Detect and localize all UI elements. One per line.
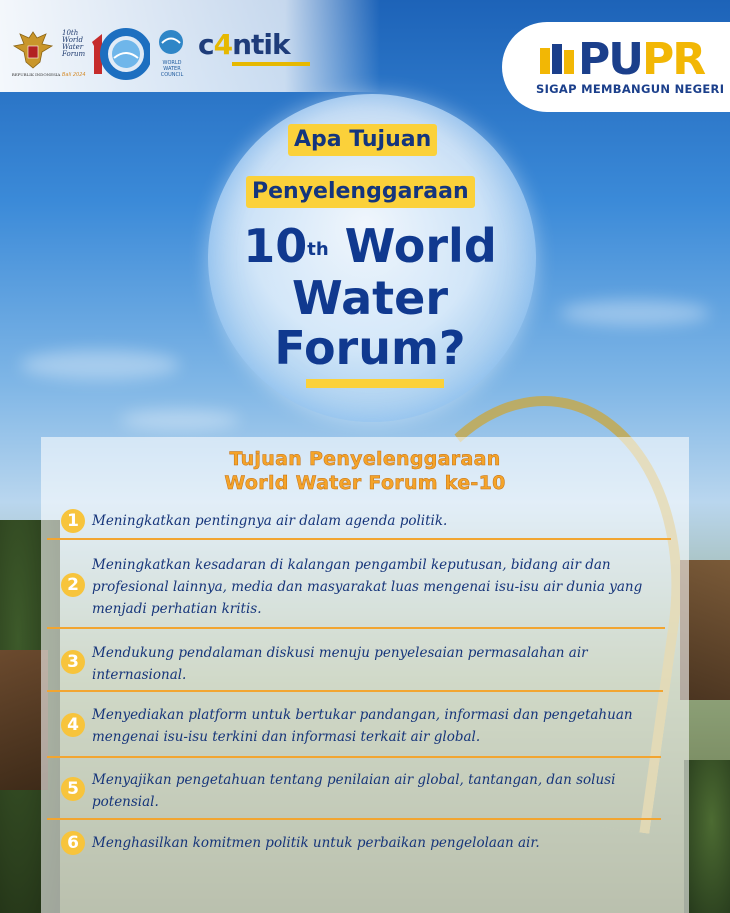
- hero-big-line2: Water: [291, 271, 448, 325]
- pupr-tagline: SIGAP MEMBANGUN NEGERI: [536, 82, 725, 96]
- cantik-underline: [232, 62, 310, 66]
- world-water-council-icon: [159, 30, 183, 54]
- item-number-badge: 2: [61, 573, 85, 597]
- item-number-badge: 5: [61, 777, 85, 801]
- panel-title-line2: World Water Forum ke-10: [224, 472, 506, 495]
- garuda-caption: REPUBLIK INDONESIA: [11, 72, 61, 77]
- pupr-wordmark: PUPR: [578, 34, 706, 85]
- hero-line2: Penyelenggaraan: [246, 176, 475, 208]
- 10th-wwf-logo-icon: [92, 28, 150, 80]
- cantik-suffix: ntik: [232, 28, 291, 61]
- cloud: [560, 300, 710, 326]
- pupr-emblem-icon: [540, 44, 574, 74]
- item-text: Menghasilkan komitmen politik untuk perb…: [92, 835, 540, 851]
- hero-word-world: World: [344, 219, 497, 273]
- hero-big-line3: Forum?: [274, 321, 466, 375]
- hero-underline: [306, 379, 444, 388]
- item-number-badge: 6: [61, 831, 85, 855]
- item-text: Meningkatkan pentingnya air dalam agenda…: [92, 513, 448, 529]
- hero-big-line1: 10th World: [220, 220, 520, 272]
- objectives-panel: Tujuan Penyelenggaraan World Water Forum…: [41, 437, 689, 913]
- item-text: Meningkatkan kesadaran di kalangan penga…: [92, 557, 643, 617]
- pupr-word-accent: PR: [641, 34, 706, 85]
- item-text: Menyediakan platform untuk bertukar pand…: [92, 707, 633, 745]
- cantik-four: 4: [213, 28, 234, 61]
- wwc-text: WORLD WATER COUNCIL: [152, 60, 192, 78]
- hero-number: 10: [243, 219, 308, 273]
- divider: [47, 627, 665, 629]
- garuda-emblem-icon: [12, 31, 54, 69]
- hero-line1: Apa Tujuan: [288, 124, 438, 156]
- divider: [47, 538, 671, 540]
- hero-sup: th: [307, 239, 329, 260]
- cantik-logo: c4ntik: [198, 28, 291, 61]
- pupr-logo-card: PUPR SIGAP MEMBANGUN NEGERI: [502, 22, 730, 112]
- cloud: [20, 350, 180, 380]
- item-number-badge: 1: [61, 509, 85, 533]
- cantik-prefix: c: [198, 28, 215, 61]
- tree-right: [684, 760, 730, 913]
- item-text: Menyajikan pengetahuan tentang penilaian…: [92, 772, 616, 810]
- divider: [47, 756, 661, 758]
- logo-bar: REPUBLIK INDONESIA 10th World Water Foru…: [0, 0, 380, 92]
- item-number-badge: 3: [61, 650, 85, 674]
- cloud: [120, 410, 240, 430]
- divider: [47, 690, 663, 692]
- pupr-word-main: PU: [578, 34, 644, 85]
- panel-title-line1: Tujuan Penyelenggaraan: [229, 448, 501, 471]
- wwc-line: COUNCIL: [160, 72, 184, 78]
- divider: [47, 818, 661, 820]
- item-text: Mendukung pendalaman diskusi menuju peny…: [92, 645, 588, 683]
- item-number-badge: 4: [61, 713, 85, 737]
- wwf-location: Bali 2024: [62, 72, 86, 78]
